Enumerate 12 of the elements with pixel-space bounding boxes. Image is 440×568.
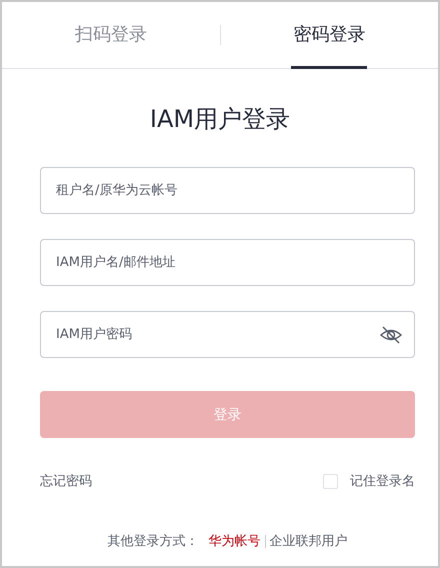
- input-field[interactable]: IAM用户名/邮件地址: [40, 239, 415, 286]
- checkbox[interactable]: [323, 474, 338, 488]
- input-field[interactable]: 租户名/原华为云帐号: [40, 167, 415, 214]
- forgot-password-link[interactable]: 忘记密码: [40, 472, 92, 490]
- hidden-eye-icon[interactable]: [379, 325, 403, 345]
- login-title: IAM用户登录: [148, 105, 292, 133]
- other-methods-label: 其他登录方式：: [108, 533, 198, 550]
- tab[interactable]: 密码登录: [291, 2, 368, 69]
- login-method-link[interactable]: 华为帐号: [208, 532, 260, 550]
- input-field[interactable]: IAM用户密码: [40, 311, 415, 358]
- login-method-link[interactable]: 企业联邦用户: [270, 532, 348, 550]
- remember-label: 记住登录名: [350, 473, 415, 490]
